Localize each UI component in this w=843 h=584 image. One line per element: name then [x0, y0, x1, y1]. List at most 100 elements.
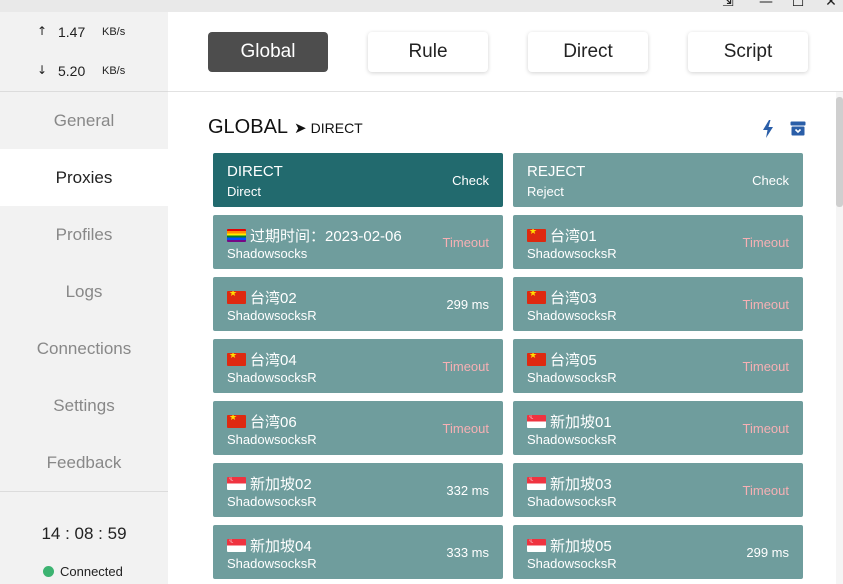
proxy-name: 新加坡05	[527, 535, 612, 556]
group-current-proxy: DIRECT	[310, 120, 363, 136]
proxy-card[interactable]: 新加坡01 ShadowsocksR Timeout	[513, 401, 803, 455]
proxy-type: ShadowsocksR	[527, 494, 617, 509]
proxy-name: 过期时间：2023-02-06	[227, 225, 402, 246]
singapore-flag-icon	[227, 477, 246, 490]
proxy-name: 新加坡02	[227, 473, 312, 494]
upload-value: 1.47	[58, 24, 86, 40]
clock: 14 : 08 : 59	[41, 524, 127, 543]
proxy-name: REJECT	[527, 163, 586, 180]
proxy-latency[interactable]: Timeout	[743, 235, 789, 250]
proxy-type: ShadowsocksR	[527, 432, 617, 447]
china-flag-icon	[527, 353, 546, 366]
proxy-card[interactable]: 台湾06 ShadowsocksR Timeout	[213, 401, 503, 455]
proxy-type: ShadowsocksR	[227, 308, 317, 323]
proxy-latency[interactable]: Timeout	[743, 297, 789, 312]
proxy-name: DIRECT	[227, 163, 283, 180]
rainbow-flag-icon	[227, 229, 246, 242]
proxy-name: 台湾05	[527, 349, 597, 370]
china-flag-icon	[227, 415, 246, 428]
proxy-name: 台湾03	[527, 287, 597, 308]
proxy-latency[interactable]: Timeout	[743, 483, 789, 498]
proxy-group-header[interactable]: GLOBAL ➤ DIRECT	[208, 116, 363, 139]
proxy-latency[interactable]: Timeout	[743, 421, 789, 436]
proxy-check-button[interactable]: Check	[452, 173, 489, 188]
proxy-name: 台湾04	[227, 349, 297, 370]
proxy-type: ShadowsocksR	[527, 246, 617, 261]
sidebar-item-settings[interactable]: Settings	[0, 377, 168, 434]
proxy-card[interactable]: 新加坡04 ShadowsocksR 333 ms	[213, 525, 503, 579]
upload-unit: KB/s	[102, 26, 126, 38]
proxy-card[interactable]: 台湾05 ShadowsocksR Timeout	[513, 339, 803, 393]
sidebar-item-profiles[interactable]: Profiles	[0, 206, 168, 263]
china-flag-icon	[227, 291, 246, 304]
archive-icon[interactable]	[790, 121, 806, 136]
proxy-latency[interactable]: 332 ms	[446, 483, 489, 498]
download-unit: KB/s	[102, 65, 126, 77]
china-flag-icon	[527, 229, 546, 242]
group-arrow-icon: ➤	[294, 120, 307, 137]
scrollbar-thumb[interactable]	[836, 97, 843, 207]
download-arrow-icon: ↓	[37, 63, 48, 77]
singapore-flag-icon	[527, 477, 546, 490]
sidebar-item-logs[interactable]: Logs	[0, 263, 168, 320]
upload-arrow-icon: ↑	[37, 24, 48, 38]
singapore-flag-icon	[227, 539, 246, 552]
sidebar-item-proxies[interactable]: Proxies	[0, 149, 168, 206]
close-button[interactable]: ✕	[823, 0, 839, 10]
group-name: GLOBAL	[208, 116, 289, 138]
bolt-icon[interactable]	[762, 120, 774, 138]
proxy-card[interactable]: 新加坡02 ShadowsocksR 332 ms	[213, 463, 503, 517]
sidebar-item-connections[interactable]: Connections	[0, 320, 168, 377]
mode-direct-button[interactable]: Direct	[528, 32, 648, 72]
proxy-card-reject[interactable]: REJECT Reject Check	[513, 153, 803, 207]
china-flag-icon	[227, 353, 246, 366]
mode-script-button[interactable]: Script	[688, 32, 808, 72]
proxy-card-direct[interactable]: DIRECT Direct Check	[213, 153, 503, 207]
status-dot-icon	[43, 566, 54, 577]
main-divider	[168, 91, 843, 92]
proxy-latency[interactable]: Timeout	[443, 421, 489, 436]
proxy-name: 台湾02	[227, 287, 297, 308]
proxy-latency[interactable]: Timeout	[743, 359, 789, 374]
proxy-latency[interactable]: 299 ms	[746, 545, 789, 560]
proxy-type: ShadowsocksR	[527, 556, 617, 571]
proxy-card[interactable]: 台湾01 ShadowsocksR Timeout	[513, 215, 803, 269]
download-value: 5.20	[58, 63, 86, 79]
proxy-card[interactable]: 台湾04 ShadowsocksR Timeout	[213, 339, 503, 393]
proxy-card[interactable]: 台湾03 ShadowsocksR Timeout	[513, 277, 803, 331]
proxy-card[interactable]: 新加坡03 ShadowsocksR Timeout	[513, 463, 803, 517]
minimize-button[interactable]: —	[758, 0, 774, 10]
proxy-type: ShadowsocksR	[227, 556, 317, 571]
sidebar-divider	[0, 491, 168, 492]
proxy-type: ShadowsocksR	[227, 370, 317, 385]
proxy-name: 新加坡01	[527, 411, 612, 432]
proxy-type: ShadowsocksR	[227, 494, 317, 509]
proxy-card[interactable]: 过期时间：2023-02-06 Shadowsocks Timeout	[213, 215, 503, 269]
proxy-type: Direct	[227, 184, 261, 199]
pin-icon[interactable]: ⇲	[720, 0, 736, 10]
proxy-type: ShadowsocksR	[527, 308, 617, 323]
sidebar-item-general[interactable]: General	[0, 92, 168, 149]
proxy-name: 新加坡03	[527, 473, 612, 494]
proxy-card[interactable]: 台湾02 ShadowsocksR 299 ms	[213, 277, 503, 331]
proxy-type: ShadowsocksR	[527, 370, 617, 385]
proxy-latency[interactable]: 299 ms	[446, 297, 489, 312]
proxy-latency[interactable]: Timeout	[443, 235, 489, 250]
singapore-flag-icon	[527, 415, 546, 428]
mode-rule-button[interactable]: Rule	[368, 32, 488, 72]
proxy-check-button[interactable]: Check	[752, 173, 789, 188]
singapore-flag-icon	[527, 539, 546, 552]
sidebar: ↑ 1.47 KB/s ↓ 5.20 KB/s General Proxies …	[0, 12, 168, 584]
download-speed: ↓ 5.20 KB/s	[0, 63, 168, 83]
maximize-button[interactable]: ☐	[790, 0, 806, 10]
proxy-latency[interactable]: Timeout	[443, 359, 489, 374]
proxy-name: 台湾01	[527, 225, 597, 246]
sidebar-item-feedback[interactable]: Feedback	[0, 434, 168, 491]
proxy-card[interactable]: 新加坡05 ShadowsocksR 299 ms	[513, 525, 803, 579]
status-label: Connected	[60, 564, 123, 579]
mode-global-button[interactable]: Global	[208, 32, 328, 72]
proxy-latency[interactable]: 333 ms	[446, 545, 489, 560]
connection-status: Connected	[43, 564, 123, 579]
proxy-type: ShadowsocksR	[227, 432, 317, 447]
proxy-type: Reject	[527, 184, 564, 199]
